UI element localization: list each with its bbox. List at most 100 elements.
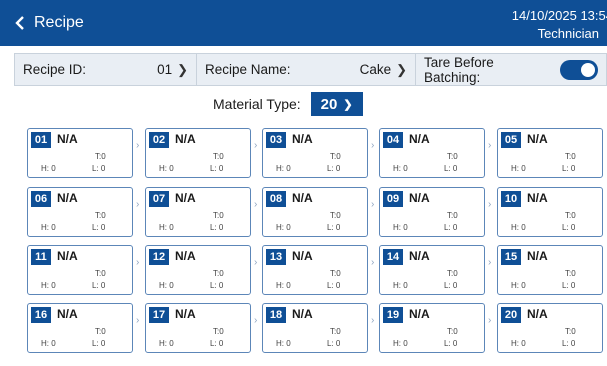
chevron-right-icon: › — [488, 140, 492, 151]
slot-name: N/A — [175, 249, 196, 263]
chevron-right-icon: › — [371, 257, 375, 268]
slot-card[interactable]: 07 N/A T:0 H: 0 L: 0 — [145, 187, 251, 237]
slot-high: H: 0 — [41, 281, 56, 290]
slot-number: 17 — [149, 307, 169, 323]
page-title: Recipe — [34, 14, 84, 31]
slot-number: 13 — [266, 249, 286, 265]
slot-low: L: 0 — [92, 164, 106, 173]
slot-high: H: 0 — [159, 281, 174, 290]
slot-card[interactable]: 14 N/A T:0 H: 0 L: 0 — [379, 245, 485, 295]
slot-card[interactable]: 05 N/A T:0 H: 0 L: 0 — [497, 128, 603, 178]
slot-low: L: 0 — [92, 223, 106, 232]
slot-high: H: 0 — [393, 281, 408, 290]
slot-low: L: 0 — [327, 223, 341, 232]
slot-card[interactable]: 18 N/A T:0 H: 0 L: 0 — [262, 303, 368, 353]
material-type-label: Material Type: — [213, 96, 301, 112]
slot-card[interactable]: 09 N/A T:0 H: 0 L: 0 — [379, 187, 485, 237]
chevron-right-icon: › — [488, 199, 492, 210]
slot-low: L: 0 — [210, 164, 224, 173]
tare-label: Tare Before Batching: — [424, 54, 494, 85]
slot-high: H: 0 — [41, 164, 56, 173]
recipe-name-field[interactable]: Recipe Name: Cake ❯ — [196, 54, 415, 85]
slot-card[interactable]: 16 N/A T:0 H: 0 L: 0 — [27, 303, 133, 353]
slot-target: T:0 — [330, 152, 341, 161]
slot-target: T:0 — [447, 211, 458, 220]
slot-low: L: 0 — [562, 164, 576, 173]
slot-number: 16 — [31, 307, 51, 323]
slot-name: N/A — [292, 249, 313, 263]
slot-number: 08 — [266, 191, 286, 207]
slot-high: H: 0 — [276, 223, 291, 232]
slot-card[interactable]: 08 N/A T:0 H: 0 L: 0 — [262, 187, 368, 237]
slot-number: 09 — [383, 191, 403, 207]
slot-high: H: 0 — [159, 339, 174, 348]
slot-high: H: 0 — [276, 164, 291, 173]
slot-target: T:0 — [447, 269, 458, 278]
slot-target: T:0 — [330, 211, 341, 220]
slot-card[interactable]: 10 N/A T:0 H: 0 L: 0 — [497, 187, 603, 237]
slot-card[interactable]: 11 N/A T:0 H: 0 L: 0 — [27, 245, 133, 295]
slot-card[interactable]: 12 N/A T:0 H: 0 L: 0 — [145, 245, 251, 295]
slot-card[interactable]: 20 N/A T:0 H: 0 L: 0 — [497, 303, 603, 353]
slot-number: 18 — [266, 307, 286, 323]
slot-target: T:0 — [95, 211, 106, 220]
slot-low: L: 0 — [562, 339, 576, 348]
slot-low: L: 0 — [210, 281, 224, 290]
slot-number: 20 — [501, 307, 521, 323]
slot-name: N/A — [409, 307, 430, 321]
slot-name: N/A — [409, 191, 430, 205]
slot-high: H: 0 — [41, 339, 56, 348]
slot-low: L: 0 — [444, 223, 458, 232]
slot-card[interactable]: 17 N/A T:0 H: 0 L: 0 — [145, 303, 251, 353]
slot-target: T:0 — [447, 152, 458, 161]
slot-card[interactable]: 02 N/A T:0 H: 0 L: 0 — [145, 128, 251, 178]
slot-name: N/A — [527, 249, 548, 263]
chevron-right-icon: › — [254, 140, 258, 151]
slot-name: N/A — [175, 132, 196, 146]
tare-before-batching-field: Tare Before Batching: — [415, 54, 606, 85]
slot-card[interactable]: 03 N/A T:0 H: 0 L: 0 — [262, 128, 368, 178]
chevron-right-icon: › — [136, 257, 140, 268]
slot-card[interactable]: 13 N/A T:0 H: 0 L: 0 — [262, 245, 368, 295]
slot-name: N/A — [57, 191, 78, 205]
slot-card[interactable]: 19 N/A T:0 H: 0 L: 0 — [379, 303, 485, 353]
slot-name: N/A — [292, 191, 313, 205]
slot-low: L: 0 — [327, 339, 341, 348]
chevron-right-icon: › — [488, 315, 492, 326]
slot-low: L: 0 — [92, 339, 106, 348]
slot-card[interactable]: 01 N/A T:0 H: 0 L: 0 — [27, 128, 133, 178]
chevron-right-icon: › — [254, 257, 258, 268]
recipe-params-bar: Recipe ID: 01 ❯ Recipe Name: Cake ❯ Tare… — [14, 53, 607, 86]
user-role: Technician — [537, 26, 599, 41]
slot-number: 04 — [383, 132, 403, 148]
chevron-right-icon: › — [371, 315, 375, 326]
slot-card[interactable]: 06 N/A T:0 H: 0 L: 0 — [27, 187, 133, 237]
slot-target: T:0 — [213, 152, 224, 161]
slot-name: N/A — [292, 132, 313, 146]
tare-toggle[interactable] — [560, 59, 598, 80]
slot-high: H: 0 — [511, 339, 526, 348]
slot-card[interactable]: 15 N/A T:0 H: 0 L: 0 — [497, 245, 603, 295]
slot-name: N/A — [409, 249, 430, 263]
slot-high: H: 0 — [393, 339, 408, 348]
slot-name: N/A — [57, 249, 78, 263]
slot-number: 11 — [31, 249, 51, 265]
slot-target: T:0 — [565, 211, 576, 220]
slot-target: T:0 — [213, 211, 224, 220]
slot-name: N/A — [57, 307, 78, 321]
slot-low: L: 0 — [210, 223, 224, 232]
material-type-row: Material Type: 20 ❯ — [213, 92, 363, 116]
slot-number: 10 — [501, 191, 521, 207]
slot-low: L: 0 — [327, 281, 341, 290]
material-type-button[interactable]: 20 ❯ — [310, 92, 363, 116]
back-button[interactable]: Recipe — [14, 11, 84, 35]
chevron-left-icon — [15, 16, 24, 30]
slot-target: T:0 — [95, 152, 106, 161]
slot-low: L: 0 — [444, 281, 458, 290]
slot-number: 15 — [501, 249, 521, 265]
recipe-id-field[interactable]: Recipe ID: 01 ❯ — [15, 54, 196, 85]
slot-number: 02 — [149, 132, 169, 148]
slot-card[interactable]: 04 N/A T:0 H: 0 L: 0 — [379, 128, 485, 178]
chevron-right-icon: › — [136, 199, 140, 210]
chevron-right-icon: ❯ — [343, 98, 353, 111]
